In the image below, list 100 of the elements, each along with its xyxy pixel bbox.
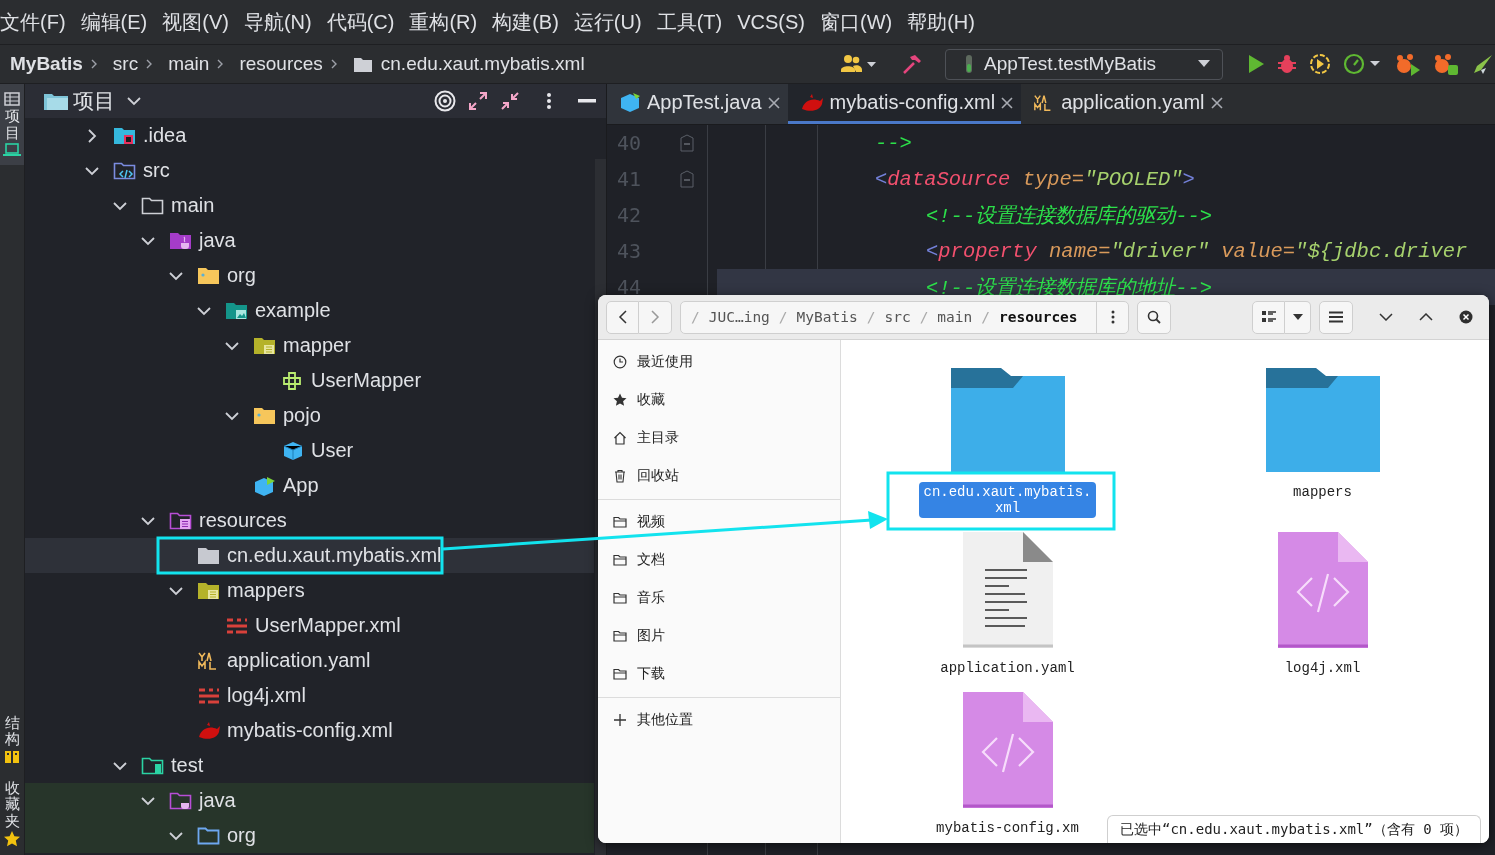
- maximize-icon[interactable]: [1419, 313, 1433, 321]
- run-icon[interactable]: [1247, 54, 1265, 74]
- tree-item[interactable]: mapper: [25, 328, 594, 363]
- side-tab[interactable]: 收藏夹: [0, 771, 24, 855]
- collapse-icon[interactable]: [500, 91, 520, 111]
- coverage-icon[interactable]: [1309, 53, 1331, 75]
- chevron-icon[interactable]: [127, 96, 141, 106]
- close-icon[interactable]: [1459, 310, 1473, 324]
- tree-item[interactable]: UserMapper: [25, 363, 594, 398]
- sidebar-item[interactable]: 文档: [598, 541, 840, 579]
- chevron-icon[interactable]: [85, 128, 99, 143]
- tree-item[interactable]: src: [25, 153, 594, 188]
- folder-icon[interactable]: [1265, 368, 1380, 472]
- code-file-icon[interactable]: [1277, 532, 1368, 648]
- menu-item[interactable]: 编辑(E): [80, 8, 148, 36]
- class-icon: [253, 475, 277, 496]
- more-icon[interactable]: [546, 92, 552, 110]
- fold-marker-icon[interactable]: [680, 134, 694, 152]
- menu-item[interactable]: 导航(N): [243, 8, 312, 36]
- sidebar-item[interactable]: 回收站: [598, 457, 840, 495]
- path-segment[interactable]: MyBatis: [796, 309, 858, 325]
- editor-tab[interactable]: AppTest.java: [607, 84, 788, 124]
- close-icon[interactable]: [767, 96, 780, 109]
- breadcrumb-item[interactable]: src: [112, 53, 139, 75]
- run-configuration-dropdown[interactable]: AppTest.testMyBatis: [945, 48, 1223, 80]
- people-icon[interactable]: [841, 54, 877, 74]
- tree-item[interactable]: App: [25, 468, 594, 503]
- back-button[interactable]: [606, 300, 639, 334]
- menu-item[interactable]: 工具(T): [656, 8, 723, 36]
- tree-item[interactable]: resources: [25, 503, 594, 538]
- bug-icon[interactable]: [1277, 54, 1297, 74]
- hammer-icon[interactable]: [901, 53, 923, 75]
- menu-item[interactable]: 文件(F): [0, 8, 66, 36]
- minimize-icon[interactable]: [1379, 313, 1393, 321]
- fold-marker-icon[interactable]: [680, 170, 694, 188]
- deploy-icon[interactable]: [1471, 52, 1495, 76]
- code-file-icon[interactable]: [962, 692, 1053, 808]
- text-file-icon[interactable]: [962, 532, 1053, 648]
- close-icon[interactable]: [1210, 96, 1223, 109]
- search-button[interactable]: [1137, 300, 1171, 334]
- tree-item[interactable]: java: [25, 223, 594, 258]
- tree-item[interactable]: User: [25, 433, 594, 468]
- tree-item[interactable]: pojo: [25, 398, 594, 433]
- tree-item[interactable]: java: [25, 783, 594, 818]
- file-name[interactable]: application.yaml: [934, 658, 1081, 678]
- tree-item[interactable]: application.yaml: [25, 643, 594, 678]
- menu-item[interactable]: VCS(S): [737, 10, 805, 34]
- breadcrumb-item[interactable]: resources: [239, 53, 323, 75]
- tree-item[interactable]: UserMapper.xml: [25, 608, 594, 643]
- close-icon[interactable]: [1001, 96, 1014, 109]
- view-options-button[interactable]: [1285, 300, 1311, 334]
- breadcrumb-item[interactable]: main: [168, 53, 210, 75]
- menu-item[interactable]: 帮助(H): [907, 8, 975, 36]
- tree-item[interactable]: example: [25, 293, 594, 328]
- menu-item[interactable]: 窗口(W): [819, 8, 893, 36]
- file-name[interactable]: mybatis-config.xm: [930, 818, 1085, 838]
- sidebar-item[interactable]: 最近使用: [598, 343, 840, 381]
- menu-item[interactable]: 构建(B): [492, 8, 559, 36]
- gauge-icon[interactable]: [1343, 53, 1383, 75]
- tree-item[interactable]: mappers: [25, 573, 594, 608]
- tree-item[interactable]: main: [25, 188, 594, 223]
- path-segment[interactable]: main: [937, 309, 973, 325]
- folder-icon[interactable]: [950, 368, 1065, 472]
- breadcrumb-item[interactable]: cn.edu.xaut.mybatis.xml: [380, 53, 585, 75]
- tree-item[interactable]: log4j.xml: [25, 678, 594, 713]
- sidebar-item[interactable]: 主目录: [598, 419, 840, 457]
- editor-tab[interactable]: mybatis-config.xml: [787, 84, 1022, 124]
- path-segment[interactable]: src: [884, 309, 911, 325]
- menu-item[interactable]: 运行(U): [573, 8, 642, 36]
- target-icon[interactable]: [434, 90, 456, 112]
- panel-title[interactable]: 项目: [73, 87, 115, 115]
- side-tab[interactable]: 结构: [0, 706, 24, 772]
- tree-item[interactable]: mybatis-config.xml: [25, 713, 594, 748]
- editor-tab[interactable]: application.yaml: [1021, 84, 1231, 124]
- sidebar-item[interactable]: 其他位置: [598, 701, 840, 739]
- path-segment[interactable]: resources: [999, 309, 1078, 325]
- tree-item[interactable]: cn.edu.xaut.mybatis.xml: [25, 538, 594, 573]
- tree-item[interactable]: test: [25, 748, 594, 783]
- file-name[interactable]: mappers: [1287, 482, 1358, 502]
- tree-item[interactable]: org: [25, 258, 594, 293]
- sidebar-item[interactable]: 音乐: [598, 579, 840, 617]
- menu-item[interactable]: 重构(R): [409, 8, 478, 36]
- menu-button[interactable]: [1319, 300, 1353, 334]
- menu-item[interactable]: 视图(V): [162, 8, 229, 36]
- tree-item[interactable]: org: [25, 818, 594, 853]
- sidebar-item[interactable]: 下载: [598, 655, 840, 693]
- file-name[interactable]: cn.edu.xaut.mybatis.xml: [919, 482, 1096, 518]
- breadcrumb-item[interactable]: MyBatis: [10, 53, 83, 75]
- expand-icon[interactable]: [468, 91, 488, 111]
- plugin-icon[interactable]: [1433, 52, 1459, 76]
- tree-item[interactable]: .idea: [25, 118, 594, 153]
- sidebar-item[interactable]: 视频: [598, 503, 840, 541]
- menu-item[interactable]: 代码(C): [326, 8, 395, 36]
- sidebar-item[interactable]: 收藏: [598, 381, 840, 419]
- view-toggle-button[interactable]: [1252, 300, 1285, 334]
- plugin-icon[interactable]: [1395, 52, 1421, 76]
- file-name[interactable]: log4j.xml: [1278, 658, 1367, 678]
- path-segment[interactable]: JUC…ing: [708, 309, 770, 325]
- sidebar-item[interactable]: 图片: [598, 617, 840, 655]
- side-tab[interactable]: 项目: [0, 84, 24, 165]
